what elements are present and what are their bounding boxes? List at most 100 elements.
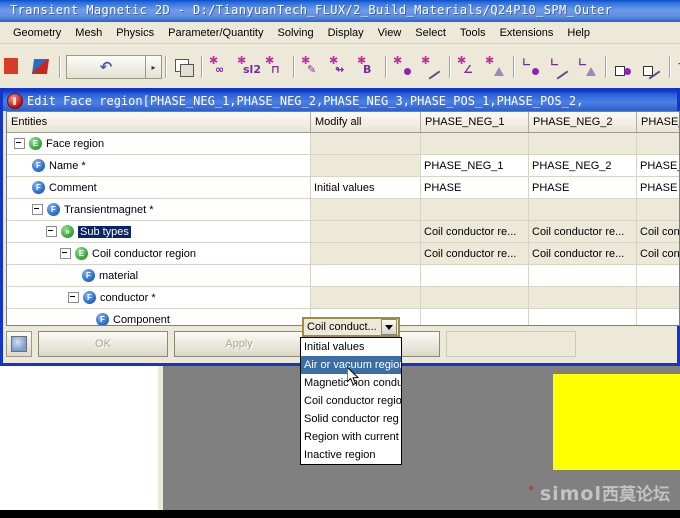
entity-cell[interactable]: F Component	[7, 308, 311, 325]
phase-neg-1-cell[interactable]	[420, 198, 529, 221]
tree-collapse-toggle-icon[interactable]	[32, 204, 43, 215]
toolbar-face-icon[interactable]: ✱	[483, 54, 509, 80]
table-row[interactable]: E Face region	[7, 132, 679, 155]
toolbar-project-icon[interactable]	[29, 54, 55, 80]
toolbar-segment-icon[interactable]: ✱	[419, 54, 445, 80]
entity-cell[interactable]: F material	[7, 264, 311, 287]
toolbar-undo-button[interactable]: ↶	[66, 55, 146, 79]
dropdown-option-inactive-region[interactable]: Inactive region	[301, 446, 401, 464]
apply-button[interactable]: Apply	[174, 331, 304, 357]
toolbar-region-point-icon[interactable]	[611, 54, 637, 80]
phase-neg-2-cell[interactable]: Coil conductor re...	[528, 242, 637, 265]
table-row[interactable]: F Comment Initial values PHASE PHASE PHA…	[7, 176, 679, 199]
phase-neg-3-cell[interactable]: PHASE_NEG_3	[636, 154, 679, 177]
phase-neg-1-cell[interactable]	[420, 264, 529, 287]
toolbar-new-arc-icon[interactable]: ✱ ⊓	[263, 54, 289, 80]
toolbar-red-flag-icon[interactable]	[1, 54, 27, 80]
table-row[interactable]: E Coil conductor region Coil conductor r…	[7, 242, 679, 265]
toolbar-undo-dropdown[interactable]: ▸	[146, 55, 162, 79]
modify-all-cell[interactable]: Initial values	[310, 176, 421, 199]
toolbar-mesh-point-icon[interactable]: ∟	[519, 54, 545, 80]
phase-neg-2-cell[interactable]: PHASE_NEG_2	[528, 154, 637, 177]
subtype-dropdown-list[interactable]: Initial values Air or vacuum region Magn…	[300, 337, 402, 465]
menu-item-display[interactable]: Display	[321, 25, 371, 41]
ok-button[interactable]: OK	[38, 331, 168, 357]
phase-neg-3-cell[interactable]: Coil conductor	[636, 220, 679, 243]
dropdown-option-air-or-vacuum-region[interactable]: Air or vacuum region	[301, 356, 401, 374]
tree-collapse-toggle-icon[interactable]	[14, 138, 25, 149]
phase-neg-3-cell[interactable]: Coil conductor	[636, 242, 679, 265]
column-header-phase-neg-1[interactable]: PHASE_NEG_1	[420, 112, 529, 133]
menu-item-view[interactable]: View	[371, 25, 409, 41]
phase-neg-1-cell[interactable]: PHASE_NEG_1	[420, 154, 529, 177]
modify-all-cell[interactable]	[310, 154, 421, 177]
phase-neg-1-cell[interactable]: PHASE	[420, 176, 529, 199]
phase-neg-3-cell[interactable]: PHASE	[636, 176, 679, 199]
menu-item-solving[interactable]: Solving	[270, 25, 320, 41]
phase-neg-3-cell[interactable]	[636, 286, 679, 309]
toolbar-mesh-face-icon[interactable]: ∟	[575, 54, 601, 80]
menu-item-select[interactable]: Select	[408, 25, 453, 41]
dropdown-option-coil-conductor-region[interactable]: Coil conductor regio	[301, 392, 401, 410]
modify-all-cell[interactable]	[310, 198, 421, 221]
dropdown-option-initial-values[interactable]: Initial values	[301, 338, 401, 356]
table-row[interactable]: F conductor *	[7, 286, 679, 309]
table-row[interactable]: » Sub types Coil conductor re... Coil co…	[7, 220, 679, 243]
phase-neg-1-cell[interactable]: Coil conductor re...	[420, 242, 529, 265]
phase-neg-3-cell[interactable]	[636, 198, 679, 221]
table-row[interactable]: F Transientmagnet *	[7, 198, 679, 221]
entity-cell[interactable]: F Name *	[7, 154, 311, 177]
menu-item-physics[interactable]: Physics	[109, 25, 161, 41]
toolbar-new-point-icon[interactable]: ✱ ∞	[207, 54, 233, 80]
phase-neg-2-cell[interactable]: PHASE	[528, 176, 637, 199]
column-header-entities[interactable]: Entities	[7, 112, 311, 133]
toolbar-region-face-icon[interactable]: ⟶	[675, 54, 680, 80]
phase-neg-1-cell[interactable]	[420, 308, 529, 325]
phase-neg-3-cell[interactable]	[636, 308, 679, 325]
entities-table-container[interactable]: Entities Modify all PHASE_NEG_1 PHASE_NE…	[6, 111, 680, 326]
menu-item-parameter-quantity[interactable]: Parameter/Quantity	[161, 25, 270, 41]
phase-neg-1-cell[interactable]: Coil conductor re...	[420, 220, 529, 243]
entity-cell[interactable]: E Coil conductor region	[7, 242, 311, 265]
toolbar-new-pencil-icon[interactable]: ✱ ✎	[299, 54, 325, 80]
phase-neg-2-cell[interactable]	[528, 132, 637, 155]
entity-cell[interactable]: F conductor *	[7, 286, 311, 309]
menu-item-mesh[interactable]: Mesh	[68, 25, 109, 41]
toolbar-new-line-icon[interactable]: ✱ sl2	[235, 54, 261, 80]
modify-all-cell[interactable]	[310, 264, 421, 287]
dialog-help-image-button[interactable]	[6, 331, 32, 357]
phase-neg-2-cell[interactable]: Coil conductor re...	[528, 220, 637, 243]
toolbar-copy-icon[interactable]	[171, 54, 197, 80]
subtype-combo-box[interactable]: Coil conduct...	[302, 317, 400, 337]
phase-neg-1-cell[interactable]	[420, 132, 529, 155]
column-header-phase-neg-3[interactable]: PHASE_NEG_3	[636, 112, 679, 133]
dropdown-option-region-with-current[interactable]: Region with current	[301, 428, 401, 446]
toolbar-point-icon[interactable]: ✱	[391, 54, 417, 80]
menu-item-geometry[interactable]: Geometry	[6, 25, 68, 41]
modify-all-cell[interactable]	[310, 132, 421, 155]
phase-neg-2-cell[interactable]	[528, 198, 637, 221]
table-row[interactable]: F material	[7, 264, 679, 287]
phase-neg-2-cell[interactable]	[528, 308, 637, 325]
tree-collapse-toggle-icon[interactable]	[60, 248, 71, 259]
chevron-down-icon[interactable]	[381, 319, 397, 335]
phase-neg-3-cell[interactable]	[636, 132, 679, 155]
phase-neg-2-cell[interactable]	[528, 264, 637, 287]
entity-cell[interactable]: F Transientmagnet *	[7, 198, 311, 221]
entity-cell[interactable]: » Sub types	[7, 220, 311, 243]
menu-item-extensions[interactable]: Extensions	[493, 25, 561, 41]
phase-neg-3-cell[interactable]	[636, 264, 679, 287]
tree-collapse-toggle-icon[interactable]	[68, 292, 79, 303]
entity-cell[interactable]: E Face region	[7, 132, 311, 155]
modify-all-cell[interactable]	[310, 286, 421, 309]
toolbar-mesh-line-icon[interactable]: ∟	[547, 54, 573, 80]
toolbar-new-b-icon[interactable]: ✱ B	[355, 54, 381, 80]
entity-cell[interactable]: F Comment	[7, 176, 311, 199]
phase-neg-2-cell[interactable]	[528, 286, 637, 309]
menu-item-help[interactable]: Help	[560, 25, 597, 41]
tree-collapse-toggle-icon[interactable]	[46, 226, 57, 237]
menu-item-tools[interactable]: Tools	[453, 25, 493, 41]
dropdown-option-solid-conductor-region[interactable]: Solid conductor reg	[301, 410, 401, 428]
toolbar-region-line-icon[interactable]	[639, 54, 665, 80]
phase-neg-1-cell[interactable]	[420, 286, 529, 309]
